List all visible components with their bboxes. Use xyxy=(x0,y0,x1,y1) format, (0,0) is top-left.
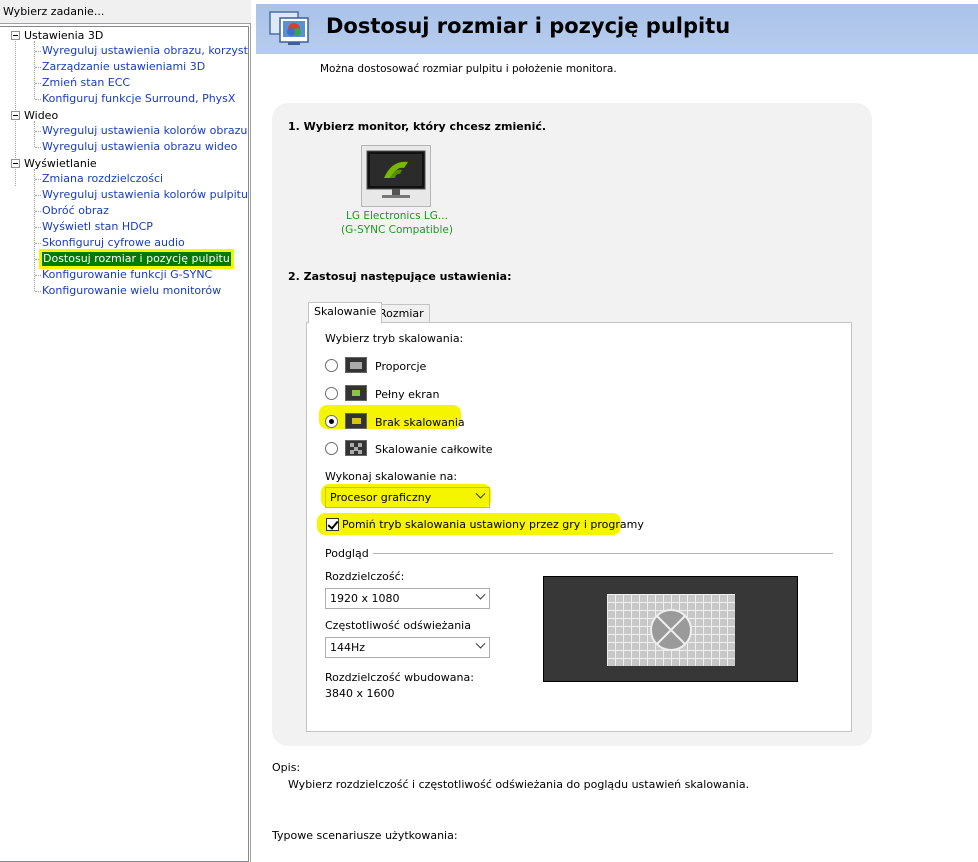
tree-item[interactable]: Wyreguluj ustawienia kolorów pulpitu xyxy=(42,188,248,202)
content-pane: Dostosuj rozmiar i pozycję pulpitu Można… xyxy=(254,0,978,862)
tree-branch xyxy=(35,51,41,52)
tree-item[interactable]: Wyreguluj ustawienia obrazu, korzystając… xyxy=(42,44,248,58)
page-banner: Dostosuj rozmiar i pozycję pulpitu xyxy=(256,4,978,54)
collapse-toggle[interactable] xyxy=(11,31,20,40)
tree-branch xyxy=(35,147,41,148)
tree-item[interactable]: Wyreguluj ustawienia kolorów obrazu wide… xyxy=(42,124,248,138)
scenarios-label: Typowe scenariusze użytkowania: xyxy=(272,829,458,842)
monitor-tile[interactable] xyxy=(361,145,431,207)
collapse-toggle[interactable] xyxy=(11,111,20,120)
task-panel-header: Wybierz zadanie... xyxy=(0,0,251,24)
collapse-toggle[interactable] xyxy=(11,159,20,168)
chevron-down-icon xyxy=(475,589,486,600)
scaling-mode-label: Wybierz tryb skalowania: xyxy=(325,332,464,345)
tree-branch xyxy=(35,275,41,276)
tree-item-selected[interactable]: Dostosuj rozmiar i pozycję pulpitu xyxy=(42,252,231,266)
tree-branch xyxy=(35,211,41,212)
perform-on-value: Procesor graficzny xyxy=(330,491,432,504)
native-resolution-label: Rozdzielczość wbudowana: xyxy=(325,671,474,684)
tree-line-display xyxy=(34,169,35,291)
settings-card: 1. Wybierz monitor, który chcesz zmienić… xyxy=(272,103,872,746)
monitor-sub-line: (G-SYNC Compatible) xyxy=(341,224,453,236)
refresh-select[interactable]: 144Hz xyxy=(325,637,490,658)
mode-label[interactable]: Proporcje xyxy=(375,360,426,373)
mode-label[interactable]: Pełny ekran xyxy=(375,388,440,401)
mode-label[interactable]: Brak skalowania xyxy=(375,416,465,429)
mode-label[interactable]: Skalowanie całkowite xyxy=(375,443,492,456)
perform-on-label: Wykonaj skalowanie na: xyxy=(325,470,458,483)
tree-item[interactable]: Konfigurowanie wielu monitorów xyxy=(42,284,221,298)
tree-branch xyxy=(35,99,41,100)
page-subtitle: Można dostosować rozmiar pulpitu i położ… xyxy=(320,63,617,75)
tree-item[interactable]: Wyświetl stan HDCP xyxy=(42,220,153,234)
scaling-preview xyxy=(543,576,798,682)
radio-brak-skalowania[interactable] xyxy=(325,415,338,428)
tree-item[interactable]: Konfigurowanie funkcji G-SYNC xyxy=(42,268,212,282)
tree-item[interactable]: Zarządzanie ustawieniami 3D xyxy=(42,60,205,74)
tree-line-video xyxy=(34,121,35,147)
description-label: Opis: xyxy=(272,761,301,774)
test-circle-icon xyxy=(650,609,692,651)
tree-group-display[interactable]: Wyświetlanie xyxy=(24,157,97,171)
resolution-value: 1920 x 1080 xyxy=(330,592,400,605)
preview-group-label: Podgląd xyxy=(325,547,369,560)
full-screen-icon xyxy=(345,385,367,401)
radio-proporcje[interactable] xyxy=(325,359,338,372)
tree-branch xyxy=(35,227,41,228)
section-apply-settings: 2. Zastosuj następujące ustawienia: xyxy=(288,270,512,283)
monitor-icon xyxy=(366,150,426,198)
tree-item[interactable]: Wyreguluj ustawienia obrazu wideo xyxy=(42,140,237,154)
integer-scaling-icon xyxy=(345,440,367,456)
section-select-monitor: 1. Wybierz monitor, który chcesz zmienić… xyxy=(288,120,547,133)
override-label[interactable]: Pomiń tryb skalowania ustawiony przez gr… xyxy=(342,518,644,531)
radio-pelny-ekran[interactable] xyxy=(325,387,338,400)
tree-branch xyxy=(35,291,41,292)
preview-test-pattern xyxy=(607,594,735,666)
task-tree: Ustawienia 3D Wyreguluj ustawienia obraz… xyxy=(0,26,249,862)
chevron-down-icon xyxy=(475,488,486,499)
tree-item[interactable]: Zmień stan ECC xyxy=(42,76,130,90)
group-divider xyxy=(373,553,833,554)
tree-branch xyxy=(35,195,41,196)
resolution-select[interactable]: 1920 x 1080 xyxy=(325,588,490,609)
native-resolution-value: 3840 x 1600 xyxy=(325,687,395,700)
refresh-value: 144Hz xyxy=(330,641,366,654)
aspect-ratio-icon xyxy=(345,357,367,373)
tree-item[interactable]: Obróć obraz xyxy=(42,204,109,218)
tree-branch xyxy=(35,67,41,68)
tree-branch xyxy=(35,131,41,132)
perform-on-select[interactable]: Procesor graficzny xyxy=(325,487,490,508)
page-title: Dostosuj rozmiar i pozycję pulpitu xyxy=(326,14,731,38)
tree-group-3d[interactable]: Ustawienia 3D xyxy=(24,29,103,43)
monitor-name[interactable]: LG Electronics LG... (G-SYNC Compatible) xyxy=(322,209,472,237)
tab-skalowanie[interactable]: Skalowanie xyxy=(308,302,383,324)
override-checkbox[interactable] xyxy=(326,518,339,531)
scaling-tab-panel: Wybierz tryb skalowania: Proporcje Pełny… xyxy=(306,322,852,732)
tree-branch xyxy=(35,243,41,244)
tree-line-3d xyxy=(34,41,35,99)
chevron-down-icon xyxy=(475,638,486,649)
refresh-label: Częstotliwość odświeżania xyxy=(325,619,471,632)
tree-branch xyxy=(35,259,41,260)
task-panel: Wybierz zadanie... Ustawienia 3D Wyregul… xyxy=(0,0,251,862)
radio-skalowanie-calkowite[interactable] xyxy=(325,442,338,455)
tree-item[interactable]: Zmiana rozdzielczości xyxy=(42,172,163,186)
tree-group-video[interactable]: Wideo xyxy=(24,109,58,123)
tree-item[interactable]: Konfiguruj funkcje Surround, PhysX xyxy=(42,92,235,106)
tree-item[interactable]: Skonfiguruj cyfrowe audio xyxy=(42,236,185,250)
tree-branch xyxy=(35,83,41,84)
monitor-name-line: LG Electronics LG... xyxy=(346,210,448,222)
description-text: Wybierz rozdzielczość i częstotliwość od… xyxy=(288,778,750,791)
resolution-label: Rozdzielczość: xyxy=(325,570,405,583)
no-scaling-icon xyxy=(345,413,367,429)
tree-branch xyxy=(35,179,41,180)
display-settings-icon xyxy=(269,11,309,45)
